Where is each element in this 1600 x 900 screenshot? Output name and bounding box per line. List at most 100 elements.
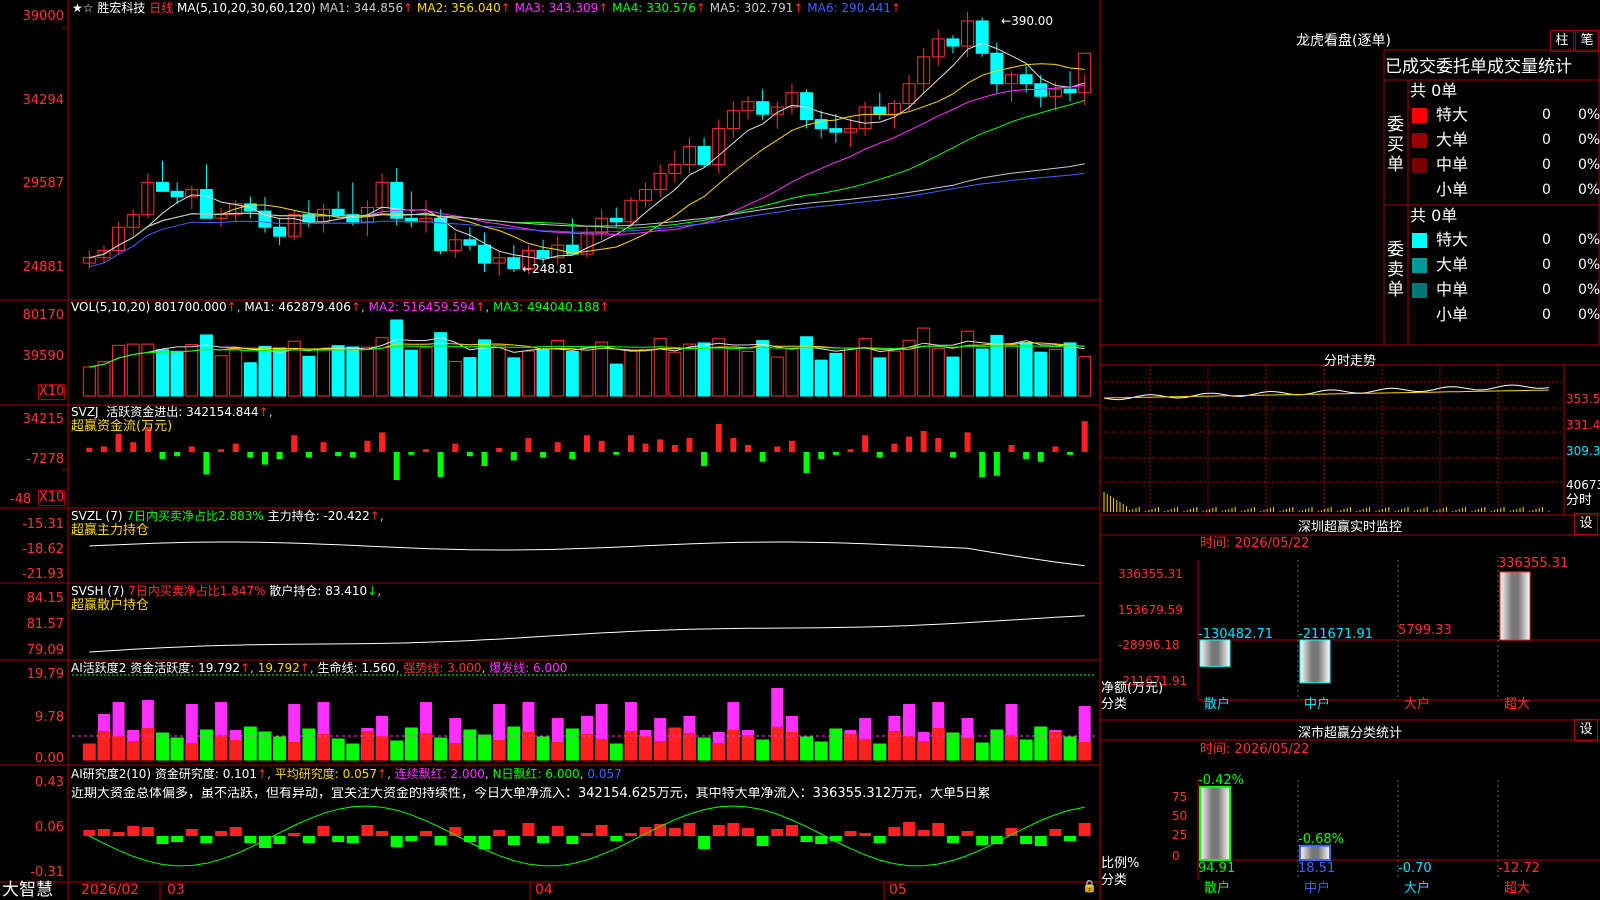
- sz-classify-settings-button[interactable]: 设: [1574, 719, 1598, 741]
- buy-swatch-2: [1412, 158, 1427, 173]
- res-bar-34: [581, 833, 593, 836]
- ma-item-1: MA1: 344.856: [319, 1, 404, 15]
- vol-bar-23: [419, 347, 433, 397]
- szc-axis-0: 75: [1172, 790, 1188, 804]
- candle-body-64: [1019, 74, 1033, 85]
- res-bar-47: [771, 829, 784, 836]
- res-bar-4: [141, 827, 154, 836]
- vol-bar-37: [624, 350, 638, 397]
- ai-bar-52: [843, 733, 857, 761]
- ai-bar-37: [624, 730, 638, 761]
- tick-mode-button[interactable]: 笔: [1575, 30, 1599, 52]
- res-bar-11: [244, 836, 257, 843]
- ma1-line: [89, 42, 1085, 261]
- ai-bar-11: [243, 726, 257, 761]
- axis-ai-0: 19.79: [26, 667, 64, 682]
- svzl-subtitle: 超赢主力持仓: [71, 523, 150, 538]
- vol-bar-59: [946, 356, 960, 397]
- ai-bar-15: [302, 728, 316, 761]
- svzj-bar-32: [554, 442, 561, 452]
- sell-pct-3: 0%: [1578, 307, 1600, 323]
- svzj-bar-5: [159, 452, 166, 459]
- res-bar-40: [668, 828, 681, 836]
- high-label: ←390.00: [1001, 14, 1054, 28]
- vol-multiplier[interactable]: X10: [38, 384, 66, 400]
- vol-bar-22: [404, 349, 418, 397]
- buy-count-1: 0: [1542, 132, 1551, 148]
- sell-count-1: 0: [1542, 257, 1551, 273]
- ai-bar-top-28: [493, 704, 506, 740]
- ai-bar-41: [682, 732, 696, 761]
- vol-bar-7: [185, 344, 199, 397]
- ai-bar-top-35: [595, 704, 608, 739]
- vol-bar-24: [434, 332, 448, 397]
- candle-body-26: [463, 239, 477, 246]
- res-bar-1: [97, 829, 110, 836]
- vol-bar-67: [1063, 342, 1077, 397]
- res-bar-61: [976, 836, 989, 845]
- bar-mode-button[interactable]: 柱: [1550, 30, 1574, 52]
- szc-bottom-0: 94.91: [1198, 861, 1236, 876]
- period-label[interactable]: 日线: [149, 1, 173, 15]
- res-bar-51: [829, 836, 842, 841]
- ai-bar-9: [214, 734, 228, 761]
- svzj-bar-38: [642, 443, 649, 452]
- ai-bar-49: [800, 736, 814, 761]
- vol-bar-34: [580, 346, 594, 397]
- vol-bar-6: [170, 350, 184, 397]
- ai-bar-top-58: [932, 702, 945, 728]
- buy-name-0: 特大: [1436, 105, 1469, 124]
- svzj-bar-27: [481, 452, 488, 466]
- vol-bar-41: [682, 343, 696, 397]
- res-bar-50: [815, 836, 828, 844]
- candle-body-51: [829, 128, 843, 133]
- sz-mon-bar-0: [1199, 639, 1231, 667]
- ai-bar-40: [668, 727, 682, 761]
- svzj-bar-18: [349, 452, 356, 458]
- ai-bar-43: [712, 742, 726, 761]
- ai-bar-51: [829, 728, 843, 761]
- candle-body-42: [697, 146, 711, 165]
- lock-icon[interactable]: 🔒: [1082, 879, 1097, 893]
- res-bar-54: [873, 836, 886, 843]
- time-label-1: 03: [167, 882, 185, 898]
- res-bar-13: [273, 836, 286, 844]
- res-bar-53: [859, 833, 872, 836]
- sz-monitor-settings-button[interactable]: 设: [1574, 513, 1598, 535]
- ai-bar-top-30: [522, 702, 535, 732]
- vol-bar-42: [697, 342, 711, 397]
- brand-logo: 大智慧: [2, 880, 53, 900]
- svzj-bar-47: [774, 446, 781, 452]
- res-bar-35: [595, 825, 608, 836]
- axis-res-0: 0.43: [35, 775, 64, 790]
- res-bar-33: [566, 836, 579, 844]
- svzj-bar-7: [188, 446, 195, 452]
- candle-body-62: [990, 52, 1004, 85]
- ai-bar-3: [126, 740, 140, 761]
- ai-bar-8: [199, 729, 213, 761]
- ai-bar-4: [141, 727, 155, 761]
- vol-bar-33: [565, 350, 579, 397]
- axis-svsh-0: 84.15: [26, 591, 64, 606]
- axis-price-3: 24881: [22, 260, 64, 275]
- ai-bar-58: [931, 727, 945, 761]
- star-icon[interactable]: ★☆: [72, 1, 94, 15]
- ai-bar-top-37: [624, 702, 637, 731]
- candle-body-5: [156, 181, 170, 192]
- time-label-0: 2026/02: [81, 882, 140, 898]
- res-bar-48: [785, 825, 798, 836]
- ai-bar-63: [1004, 734, 1018, 761]
- dragon-tabs[interactable]: 已成交委托单成交量统计: [1385, 57, 1600, 77]
- szc-cat-3: 超大: [1504, 881, 1531, 896]
- ai-bar-2: [112, 735, 126, 761]
- ai-bar-top-9: [215, 702, 228, 735]
- candle-body-65: [1034, 83, 1048, 97]
- svzj-bar-63: [1008, 445, 1015, 452]
- ai-bar-35: [595, 738, 609, 761]
- vol-bar-61: [975, 348, 989, 397]
- vol-bar-58: [931, 348, 945, 397]
- svzj-bar-33: [569, 452, 576, 459]
- svzj-bar-23: [422, 449, 429, 452]
- svzj-multiplier[interactable]: X10: [38, 490, 66, 506]
- ai-bar-21: [390, 740, 404, 761]
